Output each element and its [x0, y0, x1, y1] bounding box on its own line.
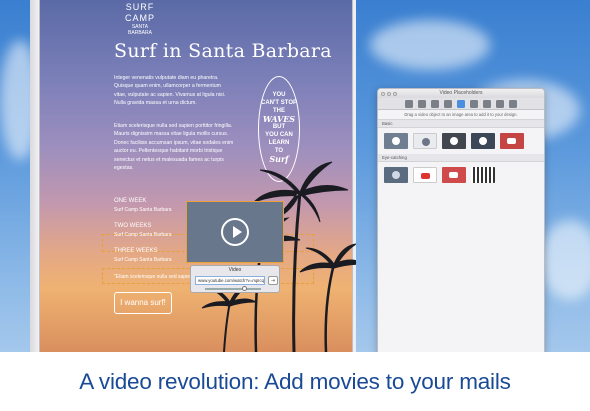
panel-hint: Drag a video object to an image area to …: [378, 110, 544, 120]
circle-icon[interactable]: [431, 100, 439, 108]
video-style-thumbnail[interactable]: [384, 167, 408, 183]
apply-url-button[interactable]: ⇥: [268, 276, 278, 285]
video-url-field[interactable]: www.youtube.com/watch?v=mpIcqmIxkj4k: [195, 276, 265, 285]
section-eye-catching[interactable]: Eye-catching: [378, 154, 544, 162]
eye-catching-thumbnails: [378, 162, 544, 188]
video-style-thumbnail[interactable]: [384, 133, 408, 149]
basic-thumbnails: [378, 128, 544, 154]
play-icon: [479, 137, 487, 145]
cloud: [370, 20, 490, 70]
logo-subtitle: SANTA BARBARA: [128, 23, 152, 36]
play-icon: [507, 138, 516, 144]
video-style-thumbnail[interactable]: [471, 133, 495, 149]
intro-paragraph[interactable]: Integer venenatis vulputate diam eu phar…: [114, 74, 234, 108]
week-subtitle[interactable]: Surf Camp Santa Barbara: [114, 257, 172, 263]
week-title[interactable]: THREE WEEKS: [114, 248, 158, 254]
week-subtitle[interactable]: Surf Camp Santa Barbara: [114, 207, 172, 213]
zoom-window-icon[interactable]: [393, 91, 397, 96]
badge-line: CAN'T STOP: [261, 100, 297, 106]
close-window-icon[interactable]: [381, 91, 385, 96]
play-icon: [422, 138, 430, 146]
video-style-thumbnail[interactable]: [500, 133, 524, 149]
layout-icon[interactable]: [405, 100, 413, 108]
badge-line: YOU: [272, 92, 286, 98]
cta-button[interactable]: I wanna surf!: [114, 292, 172, 314]
video-style-thumbnail[interactable]: [442, 133, 466, 149]
panel-title: Video Placeholders: [439, 90, 483, 96]
section-basic[interactable]: Basic: [378, 120, 544, 128]
cloud: [540, 220, 590, 300]
play-icon: [421, 173, 430, 179]
brush-icon[interactable]: [444, 100, 452, 108]
logo-text: SURF CAMP: [124, 2, 155, 23]
video-style-thumbnail[interactable]: [471, 167, 495, 183]
week-subtitle[interactable]: Surf Camp Santa Barbara: [114, 232, 172, 238]
panel-titlebar[interactable]: Video Placeholders: [378, 89, 544, 98]
video-style-thumbnail[interactable]: [413, 167, 437, 183]
play-icon[interactable]: [221, 218, 249, 246]
badge-line: BUT: [272, 124, 286, 130]
image-icon[interactable]: [509, 100, 517, 108]
week-title[interactable]: TWO WEEKS: [114, 223, 151, 229]
badge-line: LEARN: [268, 140, 290, 146]
badge-line: WAVES: [262, 114, 296, 124]
text-icon[interactable]: [470, 100, 478, 108]
video-popover-label: Video: [228, 267, 242, 273]
video-style-thumbnail[interactable]: [442, 167, 466, 183]
surf-camp-logo: SURF CAMP SANTA BARBARA: [122, 2, 158, 36]
video-url-popover[interactable]: Video www.youtube.com/watch?v=mpIcqmIxkj…: [190, 265, 280, 293]
play-icon: [450, 137, 458, 145]
video-placeholder[interactable]: [186, 201, 284, 263]
badge-line: YOU CAN: [265, 132, 293, 138]
canvas-ruler: [30, 0, 40, 352]
banner-text: A video revolution: Add movies to your m…: [79, 368, 511, 394]
video-slider[interactable]: [205, 288, 261, 290]
week-title[interactable]: ONE WEEK: [114, 198, 146, 204]
video-icon[interactable]: [457, 100, 465, 108]
newsletter-canvas[interactable]: SURF CAMP SANTA BARBARA Surf in Santa Ba…: [30, 0, 356, 352]
video-placeholders-panel[interactable]: Video Placeholders Drag a video object t…: [377, 88, 545, 354]
document-icon[interactable]: [483, 100, 491, 108]
video-slider-knob[interactable]: [241, 286, 247, 291]
promo-banner: A video revolution: Add movies to your m…: [0, 352, 590, 411]
play-icon: [449, 172, 458, 178]
video-style-thumbnail[interactable]: [413, 133, 437, 149]
panel-toolbar: [378, 98, 544, 110]
minimize-window-icon[interactable]: [387, 91, 391, 96]
shape-icon[interactable]: [418, 100, 426, 108]
play-icon: [392, 137, 400, 145]
newsletter-headline[interactable]: Surf in Santa Barbara: [114, 40, 332, 62]
play-icon: [392, 171, 400, 179]
grid-icon[interactable]: [496, 100, 504, 108]
